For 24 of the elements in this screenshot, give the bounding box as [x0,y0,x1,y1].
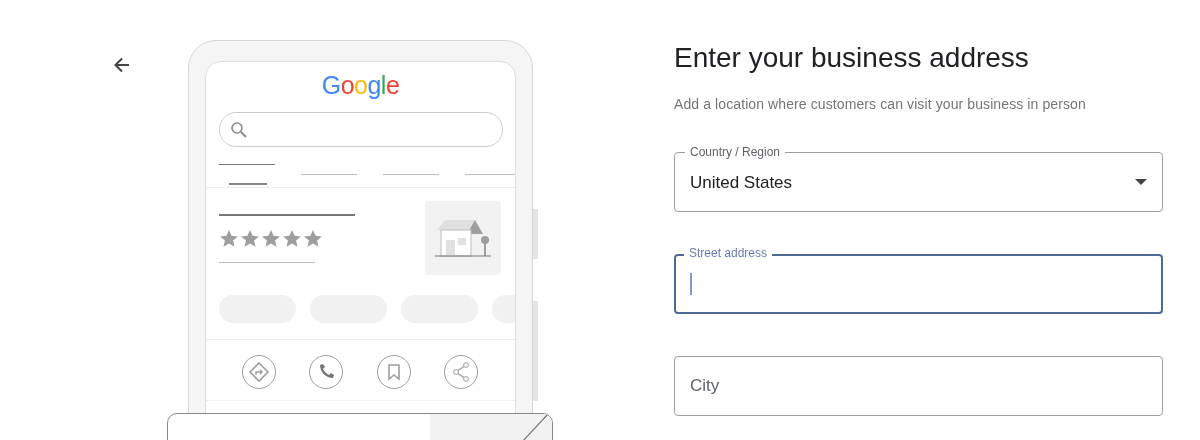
placeholder-line [465,173,515,175]
placeholder-line [383,173,439,175]
placeholder-line [301,173,357,175]
share-icon [443,354,479,390]
placeholder-line [229,183,267,185]
google-logo: Google [321,70,400,100]
field-placeholder: City [690,376,720,396]
search-icon [230,120,248,139]
placeholder-line [219,163,275,165]
back-arrow-icon[interactable] [112,55,132,75]
caret-icon [1135,179,1147,185]
stars-icon [219,228,325,249]
page-subtitle: Add a location where customers can visit your business in person [674,95,1087,114]
phone-icon [308,354,345,390]
select-value: United States [690,172,793,193]
directions-icon [241,354,277,390]
country-select[interactable]: Country / Region United States [674,144,1163,212]
field-label: Country / Region [685,145,786,159]
field-label: Street address [684,246,773,260]
text-cursor [690,273,692,295]
address-field[interactable]: Street address [674,246,1163,314]
address-field[interactable]: City [674,348,1163,416]
page-title: Enter your business address [674,41,1030,75]
bookmark-icon [375,354,412,390]
